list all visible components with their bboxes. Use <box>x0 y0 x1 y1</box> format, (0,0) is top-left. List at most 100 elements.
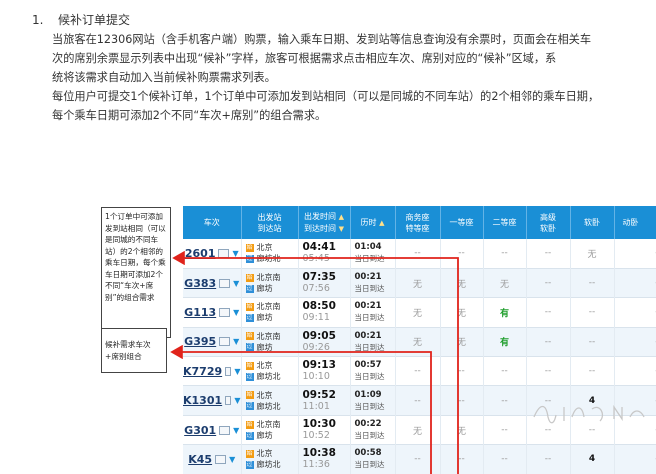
train-number-link[interactable]: K45 <box>188 453 212 466</box>
destination-tag-icon: 过 <box>245 460 254 469</box>
train-number-link[interactable]: K1301 <box>183 394 222 407</box>
seat-cell[interactable]: -- <box>614 327 656 357</box>
seat-cell[interactable]: -- <box>614 297 656 328</box>
header-duration[interactable]: 历时 ▲ <box>350 206 396 239</box>
seat-cell[interactable]: -- <box>483 415 527 445</box>
seat-cell[interactable]: -- <box>526 327 571 357</box>
train-cell[interactable]: G301 ▼ <box>183 415 242 445</box>
table-row[interactable]: G395 ▼ 始北京南 过廊坊 09:05 09:26 00:21 当日到达 无… <box>183 327 656 357</box>
seat-cell[interactable]: -- <box>614 268 656 298</box>
header-times[interactable]: 出发时间 ▲ 到达时间 ▼ <box>298 206 351 239</box>
train-cell[interactable]: 2601 ▼ <box>183 239 242 269</box>
seat-cell[interactable]: 无 <box>395 415 441 445</box>
train-number-link[interactable]: G301 <box>184 424 216 437</box>
seat-cell[interactable]: -- <box>440 356 484 386</box>
seat-cell[interactable]: 无 <box>440 415 484 445</box>
seat-cell[interactable]: -- <box>483 444 527 474</box>
train-cell[interactable]: K7729 ▼ <box>183 356 242 386</box>
seat-cell[interactable]: 无 <box>570 239 615 269</box>
seat-cell[interactable]: 无 <box>440 297 484 328</box>
table-row[interactable]: K7729 ▼ 始北京 过廊坊北 09:13 10:10 00:57 当日到达 … <box>183 356 656 386</box>
train-cell[interactable]: K1301 ▼ <box>183 385 242 416</box>
seat-cell[interactable]: -- <box>483 356 527 386</box>
train-info-icon[interactable] <box>219 307 231 317</box>
train-info-icon[interactable] <box>219 425 231 435</box>
sort-down-icon: ▼ <box>338 224 344 233</box>
seat-cell[interactable]: -- <box>570 327 615 357</box>
table-row[interactable]: G113 ▼ 始北京南 过廊坊 08:50 09:11 00:21 当日到达 无… <box>183 297 656 328</box>
expand-caret-icon[interactable]: ▼ <box>233 337 239 346</box>
origin-tag-icon: 始 <box>245 449 254 458</box>
watermark-scribble <box>533 404 645 424</box>
train-info-icon[interactable] <box>225 396 232 406</box>
stations-cell: 始北京 过廊坊北 <box>241 239 299 269</box>
train-number-link[interactable]: 2601 <box>185 247 216 260</box>
train-cell[interactable]: K45 ▼ <box>183 444 242 474</box>
paragraph-line: 每位用户可提交1个候补订单，1个订单中可添加发到站相同（可以是同城的不同车站）的… <box>52 90 600 103</box>
seat-cell[interactable]: 有 <box>483 297 527 328</box>
seat-cell[interactable]: -- <box>526 356 571 386</box>
train-info-icon[interactable] <box>219 278 231 288</box>
header-train[interactable]: 车次 <box>183 206 242 239</box>
origin-tag-icon: 始 <box>245 302 254 311</box>
seat-cell[interactable]: 无 <box>395 297 441 328</box>
expand-caret-icon[interactable]: ▼ <box>233 308 239 317</box>
seat-cell[interactable]: 4 <box>570 444 615 474</box>
sort-up-icon: ▲ <box>379 218 385 227</box>
train-info-icon[interactable] <box>215 454 227 464</box>
train-info-icon[interactable] <box>225 366 232 376</box>
seat-cell[interactable]: -- <box>526 297 571 328</box>
duration-cell: 00:58 当日到达 <box>350 444 396 474</box>
seat-cell[interactable]: 无 <box>440 327 484 357</box>
destination-tag-icon: 过 <box>245 431 254 440</box>
train-number-link[interactable]: G395 <box>184 335 216 348</box>
seat-cell[interactable]: -- <box>395 385 441 416</box>
seat-cell[interactable]: -- <box>526 444 571 474</box>
expand-caret-icon[interactable]: ▼ <box>234 367 240 376</box>
train-number-link[interactable]: K7729 <box>183 365 222 378</box>
expand-caret-icon[interactable]: ▼ <box>232 249 238 258</box>
table-row[interactable]: 2601 ▼ 始北京 过廊坊北 04:41 05:45 01:04 当日到达 -… <box>183 239 656 269</box>
expand-caret-icon[interactable]: ▼ <box>233 279 239 288</box>
times-cell: 08:50 09:11 <box>298 297 351 328</box>
seat-cell[interactable]: -- <box>570 268 615 298</box>
seat-cell[interactable]: -- <box>614 356 656 386</box>
train-info-icon[interactable] <box>219 337 231 347</box>
expand-caret-icon[interactable]: ▼ <box>233 426 239 435</box>
seat-cell[interactable]: -- <box>483 385 527 416</box>
table-row[interactable]: K45 ▼ 始北京 过廊坊北 10:38 11:36 00:58 当日到达 --… <box>183 444 656 474</box>
section-number: 1. <box>32 13 44 27</box>
seat-cell[interactable]: -- <box>395 356 441 386</box>
train-cell[interactable]: G395 ▼ <box>183 327 242 357</box>
train-cell[interactable]: G113 ▼ <box>183 297 242 328</box>
seat-cell[interactable]: -- <box>614 239 656 269</box>
seat-cell[interactable]: -- <box>440 239 484 269</box>
train-number-link[interactable]: G113 <box>184 306 216 319</box>
table-row[interactable]: G383 ▼ 始北京南 过廊坊 07:35 07:56 00:21 当日到达 无… <box>183 268 656 298</box>
destination-tag-icon: 过 <box>245 343 254 352</box>
seat-cell[interactable]: -- <box>570 297 615 328</box>
seat-cell[interactable]: -- <box>526 268 571 298</box>
section-heading: 1. 候补订单提交 <box>32 11 130 28</box>
expand-caret-icon[interactable]: ▼ <box>234 396 240 405</box>
seat-cell[interactable]: -- <box>526 239 571 269</box>
seat-cell[interactable]: -- <box>440 444 484 474</box>
train-number-link[interactable]: G383 <box>184 277 216 290</box>
paragraph-line: 每个乘车日期可添加2个不同“车次+席别”的组合需求。 <box>52 109 327 122</box>
seat-cell[interactable]: -- <box>395 239 441 269</box>
seat-cell[interactable]: 无 <box>395 327 441 357</box>
seat-cell[interactable]: 无 <box>395 268 441 298</box>
origin-tag-icon: 始 <box>245 391 254 400</box>
train-info-icon[interactable] <box>218 248 230 258</box>
seat-cell[interactable]: 无 <box>483 268 527 298</box>
seat-cell[interactable]: -- <box>395 444 441 474</box>
seat-cell[interactable]: 有 <box>483 327 527 357</box>
seat-cell[interactable]: 无 <box>440 268 484 298</box>
seat-cell[interactable]: -- <box>614 444 656 474</box>
seat-cell[interactable]: -- <box>570 356 615 386</box>
train-cell[interactable]: G383 ▼ <box>183 268 242 298</box>
origin-tag-icon: 始 <box>245 243 254 252</box>
expand-caret-icon[interactable]: ▼ <box>229 455 235 464</box>
seat-cell[interactable]: -- <box>483 239 527 269</box>
seat-cell[interactable]: -- <box>440 385 484 416</box>
